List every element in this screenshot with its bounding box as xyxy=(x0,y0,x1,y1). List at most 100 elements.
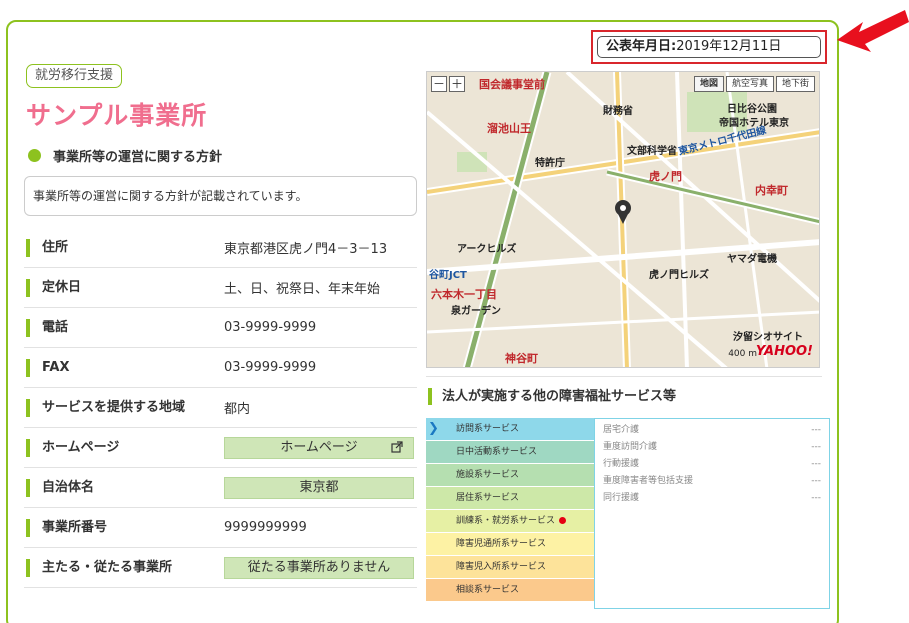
service-sub-label: 重度訪問介護 xyxy=(603,442,658,452)
info-label: FAX xyxy=(26,358,224,377)
info-row-area: サービスを提供する地域 都内 xyxy=(24,388,417,428)
map-type-tabs: 地図 航空写真 地下街 xyxy=(692,76,815,92)
service-sub-item: 重度障害者等包括支援 --- xyxy=(603,473,821,490)
red-arrow-icon xyxy=(837,10,909,52)
info-row-fax: FAX 03-9999-9999 xyxy=(24,348,417,388)
service-category-label: 相談系サービス xyxy=(456,585,520,595)
service-category-item[interactable]: 障害児入所系サービス xyxy=(426,556,596,578)
map-label: 虎ノ門 xyxy=(649,170,682,183)
policy-text: 事業所等の運営に関する方針が記載されています。 xyxy=(24,176,417,216)
map-label: アークヒルズ xyxy=(457,244,517,255)
info-label: 住所 xyxy=(26,238,224,257)
services-heading: 法人が実施する他の障害福祉サービス等 xyxy=(428,388,676,405)
service-sub-value: --- xyxy=(811,425,821,435)
info-label: 事業所番号 xyxy=(26,518,224,537)
map-label: 文部科学省 xyxy=(627,146,677,157)
office-name: サンプル事業所 xyxy=(26,101,208,130)
tab-aerial[interactable]: 航空写真 xyxy=(725,76,774,92)
info-row-municipality: 自治体名 東京都 xyxy=(24,468,417,508)
tab-underground[interactable]: 地下街 xyxy=(775,76,815,92)
map-label: 溜池山王 xyxy=(487,122,531,135)
service-sub-item: 重度訪問介護 --- xyxy=(603,439,821,456)
map-label: 内幸町 xyxy=(755,184,788,197)
info-label: 定休日 xyxy=(26,278,224,297)
bullet-dot-icon xyxy=(28,149,41,162)
info-row-homepage: ホームページ ホームページ xyxy=(24,428,417,468)
map-scale: 400 m xyxy=(728,349,757,359)
external-link-icon xyxy=(391,440,403,453)
service-category-item[interactable]: ❯ 訪問系サービス xyxy=(426,418,596,440)
info-label: サービスを提供する地域 xyxy=(26,398,224,417)
service-category-item[interactable]: 障害児通所系サービス xyxy=(426,533,596,555)
service-category-item[interactable]: 居住系サービス xyxy=(426,487,596,509)
homepage-button[interactable]: ホームページ xyxy=(224,436,414,459)
yahoo-logo: YAHOO! xyxy=(755,344,813,359)
main-sub-office-button-label: 従たる事業所ありません xyxy=(247,559,391,575)
info-value-address: 東京都港区虎ノ門4－3－13 xyxy=(224,242,388,257)
map-label: 特許庁 xyxy=(535,158,565,169)
policy-heading-text: 事業所等の運営に関する方針 xyxy=(53,150,223,165)
service-detail-panel: 居宅介護 --- 重度訪問介護 --- 行動援護 --- 重度障害者等包括支援 --- … xyxy=(594,418,830,609)
service-category-label: 障害児入所系サービス xyxy=(456,562,547,572)
chevron-right-icon: ❯ xyxy=(428,421,439,436)
map-label: 泉ガーデン xyxy=(451,306,501,317)
municipality-button[interactable]: 東京都 xyxy=(224,476,414,499)
info-value-office-number: 9999999999 xyxy=(224,520,307,535)
info-label: 電話 xyxy=(26,318,224,337)
homepage-button-label: ホームページ xyxy=(280,439,358,455)
info-row-address: 住所 東京都港区虎ノ門4－3－13 xyxy=(24,228,417,268)
service-sub-item: 居宅介護 --- xyxy=(603,422,821,439)
info-value-holidays: 土、日、祝祭日、年末年始 xyxy=(224,282,381,297)
map-label: 国会議事堂前 xyxy=(479,78,545,91)
map-label: ヤマダ電機 xyxy=(727,254,777,265)
info-value-fax: 03-9999-9999 xyxy=(224,360,317,375)
service-category-label: 居住系サービス xyxy=(456,493,520,503)
tab-map[interactable]: 地図 xyxy=(693,76,724,92)
info-label: 自治体名 xyxy=(26,478,224,497)
info-row-office-number: 事業所番号 9999999999 xyxy=(24,508,417,548)
zoom-out-button[interactable]: － xyxy=(431,76,447,92)
service-sub-value: --- xyxy=(811,459,821,469)
service-sub-label: 行動援護 xyxy=(603,459,640,469)
publication-date-label: 公表年月日: xyxy=(606,39,677,54)
service-sub-item: 同行援護 --- xyxy=(603,490,821,507)
service-category-item[interactable]: 訓練系・就労系サービス xyxy=(426,510,596,532)
service-sub-value: --- xyxy=(811,476,821,486)
service-category-item[interactable]: 相談系サービス xyxy=(426,579,596,601)
info-row-holidays: 定休日 土、日、祝祭日、年末年始 xyxy=(24,268,417,308)
publication-date: 公表年月日:2019年12月11日 xyxy=(597,36,821,58)
service-sub-item: 行動援護 --- xyxy=(603,456,821,473)
map[interactable]: － ＋ 地図 航空写真 地下街 国会議事堂前 溜池山王 財務省 日比谷公園 帝国… xyxy=(426,71,820,368)
service-category-label: 訓練系・就労系サービス xyxy=(456,516,556,526)
map-label: 谷町JCT xyxy=(429,270,467,281)
service-category-label: 訪問系サービス xyxy=(456,424,520,434)
map-label: 日比谷公園 xyxy=(727,104,777,115)
main-sub-office-button[interactable]: 従たる事業所ありません xyxy=(224,556,414,579)
info-label: 主たる・従たる事業所 xyxy=(26,558,224,577)
map-label: 六本木一丁目 xyxy=(431,288,497,301)
service-category-list: ❯ 訪問系サービス 日中活動系サービス 施設系サービス 居住系サービス 訓練系・就… xyxy=(426,418,596,602)
service-category-label: 施設系サービス xyxy=(456,470,520,480)
service-category-item[interactable]: 施設系サービス xyxy=(426,464,596,486)
pubdate-highlight: 公表年月日:2019年12月11日 xyxy=(591,30,827,64)
info-value-area: 都内 xyxy=(224,402,251,417)
municipality-button-label: 東京都 xyxy=(299,479,339,495)
category-tag: 就労移行支援 xyxy=(26,64,123,88)
map-label: 財務省 xyxy=(603,106,633,117)
service-category-item[interactable]: 日中活動系サービス xyxy=(426,441,596,463)
active-marker-icon xyxy=(559,517,567,524)
service-sub-value: --- xyxy=(811,493,821,503)
info-row-main-sub: 主たる・従たる事業所 従たる事業所ありません xyxy=(24,548,417,588)
publication-date-value: 2019年12月11日 xyxy=(676,39,782,54)
service-sub-label: 重度障害者等包括支援 xyxy=(603,476,694,486)
service-category-label: 障害児通所系サービス xyxy=(456,539,547,549)
zoom-in-button[interactable]: ＋ xyxy=(449,76,465,92)
map-label: 汐留シオサイト xyxy=(733,332,803,343)
info-value-phone: 03-9999-9999 xyxy=(224,320,317,335)
service-sub-label: 同行援護 xyxy=(603,493,640,503)
service-category-label: 日中活動系サービス xyxy=(456,447,538,457)
info-row-phone: 電話 03-9999-9999 xyxy=(24,308,417,348)
service-sub-value: --- xyxy=(811,442,821,452)
policy-heading: 事業所等の運営に関する方針 xyxy=(28,146,222,165)
info-label: ホームページ xyxy=(26,438,224,457)
